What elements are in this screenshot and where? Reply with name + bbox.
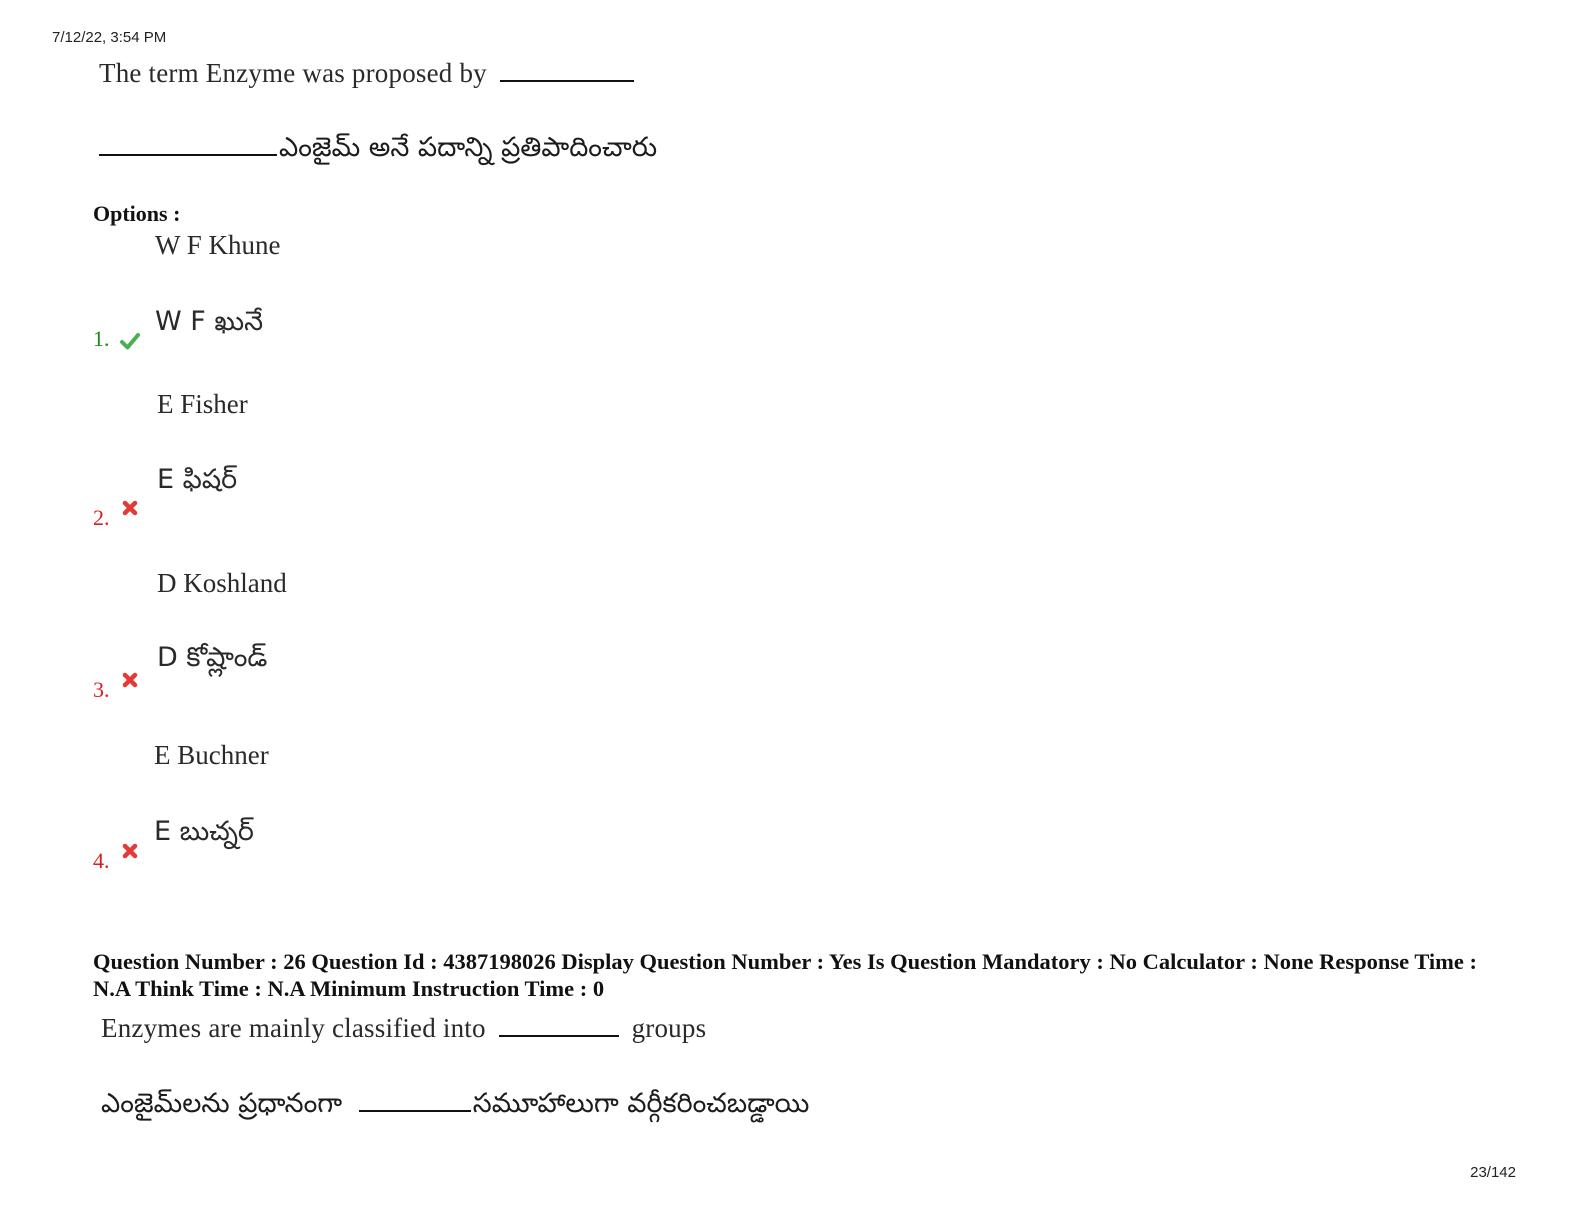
cross-icon [122, 672, 138, 688]
question-text-part: ఎంజైమ్‌లను ప్రధానంగా [101, 1088, 343, 1119]
options-label: Options : [93, 201, 181, 226]
option-1-telugu: W F ఖునే [155, 306, 264, 337]
question-text-telugu: ఎంజైమ్‌లను ప్రధానంగా సమూహాలుగా వర్గీకరిం… [101, 1088, 809, 1126]
question-text-part: Enzymes are mainly classified into [101, 1013, 486, 1043]
option-number: 1. [93, 326, 110, 351]
question-text-part: సమూహాలుగా వర్గీకరించబడ్డాయి [472, 1088, 810, 1119]
answer-blank [499, 79, 634, 82]
checkmark-icon [120, 332, 140, 350]
option-2-telugu: E ఫిషర్ [157, 464, 238, 495]
option-3-english: D Koshland [157, 568, 287, 598]
question-text-english: The term Enzyme was proposed by [99, 58, 636, 89]
question-meta: Question Number : 26 Question Id : 43871… [93, 949, 1478, 1001]
option-1-marker: 1. [93, 326, 141, 352]
option-1-english: W F Khune [155, 230, 281, 260]
option-4-english: E Buchner [154, 740, 269, 770]
answer-blank [358, 1109, 471, 1112]
question-text-part: groups [631, 1013, 707, 1043]
answer-blank [498, 1034, 619, 1037]
cross-icon [122, 500, 138, 516]
question-text: The term Enzyme was proposed by [99, 58, 487, 88]
option-4-marker: 4. [93, 843, 141, 874]
page-number: 23/142 [1470, 1164, 1516, 1181]
option-number: 4. [93, 848, 110, 873]
option-2-marker: 2. [93, 500, 141, 531]
option-2-english: E Fisher [157, 389, 248, 419]
option-number: 3. [93, 677, 110, 702]
question-text: ఎంజైమ్ అనే పదాన్ని ప్రతిపాదించారు [279, 132, 658, 163]
option-3-marker: 3. [93, 672, 141, 703]
cross-icon [122, 843, 138, 859]
question-text-telugu: ఎంజైమ్ అనే పదాన్ని ప్రతిపాదించారు [99, 132, 657, 170]
print-timestamp: 7/12/22, 3:54 PM [52, 29, 167, 46]
option-3-telugu: D కోష్లాండ్ [157, 642, 268, 673]
answer-blank [99, 153, 277, 156]
option-4-telugu: E బుచ్నర్ [154, 816, 254, 847]
option-number: 2. [93, 505, 110, 530]
question-text-english: Enzymes are mainly classified into group… [101, 1013, 706, 1044]
